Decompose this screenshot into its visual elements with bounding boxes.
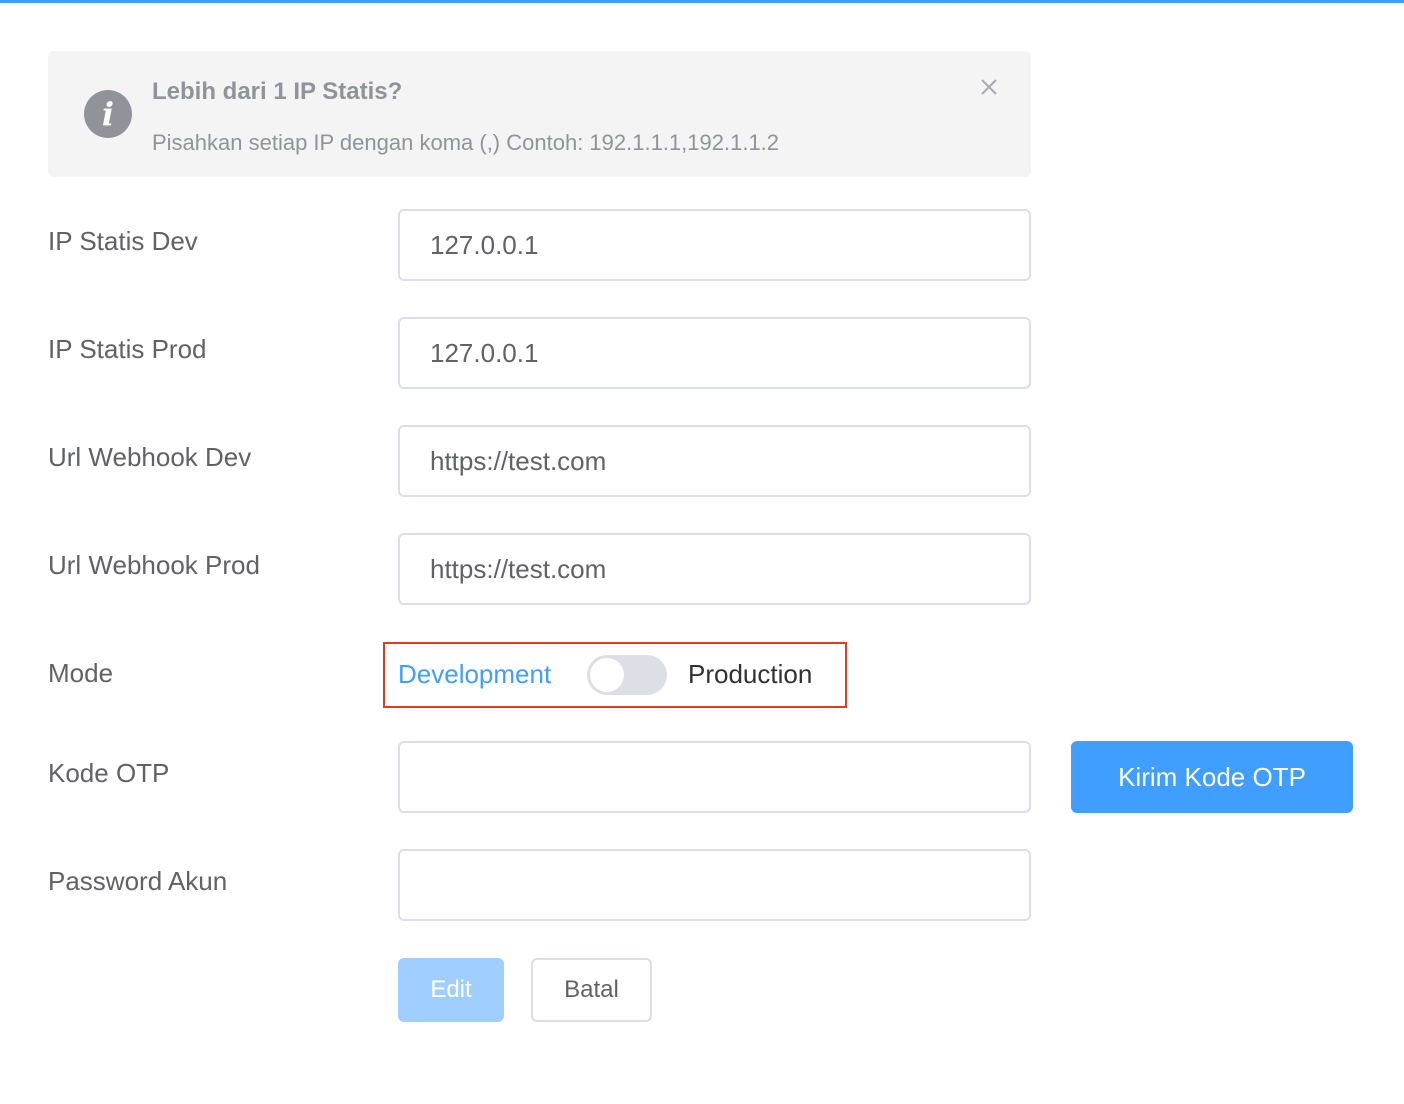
webhook-dev-input[interactable] [398,425,1031,497]
ip-prod-input[interactable] [398,317,1031,389]
info-alert [48,51,1031,177]
ip-dev-input[interactable] [398,209,1031,281]
password-label: Password Akun [48,866,228,896]
otp-label: Kode OTP [48,758,170,788]
alert-title: Lebih dari 1 IP Statis? [152,78,403,105]
cancel-button[interactable]: Batal [531,958,652,1022]
ip-dev-label: IP Statis Dev [48,226,198,256]
mode-option-production[interactable]: Production [688,659,812,690]
webhook-dev-label: Url Webhook Dev [48,442,252,472]
mode-option-development[interactable]: Development [398,659,551,690]
mode-label: Mode [48,658,114,688]
close-icon[interactable] [978,76,1000,98]
alert-description: Pisahkan setiap IP dengan koma (,) Conto… [152,130,780,155]
ip-prod-label: IP Statis Prod [48,334,207,364]
send-otp-button[interactable]: Kirim Kode OTP [1071,741,1353,813]
info-icon: i [84,90,132,138]
top-accent-bar [0,0,1404,3]
password-input[interactable] [398,849,1031,921]
webhook-prod-input[interactable] [398,533,1031,605]
svg-text:i: i [102,95,114,133]
edit-button[interactable]: Edit [398,958,504,1022]
webhook-prod-label: Url Webhook Prod [48,550,260,580]
mode-toggle-switch[interactable] [587,655,667,695]
toggle-knob [590,658,624,692]
otp-input[interactable] [398,741,1031,813]
